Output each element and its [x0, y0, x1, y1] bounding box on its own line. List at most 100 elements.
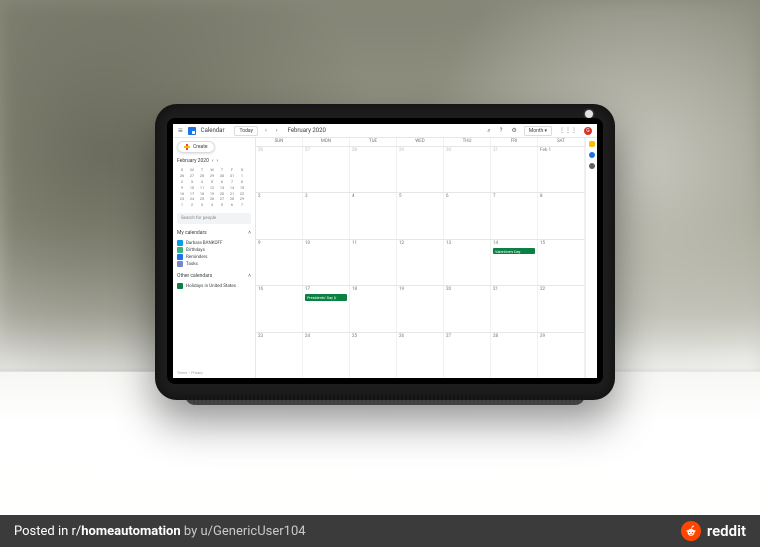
day-cell[interactable]: 15 [538, 240, 585, 285]
day-cell[interactable]: 29 [397, 147, 444, 192]
menu-icon[interactable]: ≡ [178, 127, 183, 135]
device-speaker-grill [185, 395, 585, 405]
day-number: 27 [446, 334, 488, 339]
day-number: 26 [258, 148, 300, 153]
day-cell[interactable]: 5 [397, 193, 444, 238]
next-month-button[interactable]: › [274, 127, 280, 134]
dow-label: MON [303, 138, 350, 146]
create-label: Create [193, 144, 208, 150]
prev-month-button[interactable]: ‹ [263, 127, 269, 134]
calendar-list-item[interactable]: Birthdays [177, 247, 251, 253]
day-number: 29 [399, 148, 441, 153]
day-cell[interactable]: 23 [256, 333, 303, 378]
day-number: 5 [399, 194, 441, 199]
day-cell[interactable]: 8 [538, 193, 585, 238]
day-cell[interactable]: 24 [303, 333, 350, 378]
my-calendars-section[interactable]: My calendars˄ [177, 230, 251, 236]
day-cell[interactable]: 11 [350, 240, 397, 285]
day-number: 12 [399, 241, 441, 246]
view-switch-button[interactable]: Month ▾ [524, 126, 552, 136]
day-cell[interactable]: 21 [491, 286, 538, 331]
tasks-icon[interactable] [589, 152, 595, 158]
weeks-container: 262728293031Feb 1234567891011121314Valen… [256, 146, 585, 378]
day-cell[interactable]: 13 [444, 240, 491, 285]
day-cell[interactable]: 19 [397, 286, 444, 331]
day-cell[interactable]: 22 [538, 286, 585, 331]
day-cell[interactable]: 18 [350, 286, 397, 331]
calendar-list-item[interactable]: Barbara BANKOFF [177, 240, 251, 246]
image-watermark [682, 469, 754, 507]
day-cell[interactable]: 26 [256, 147, 303, 192]
day-cell[interactable]: 25 [350, 333, 397, 378]
day-cell[interactable]: 7 [491, 193, 538, 238]
chevron-up-icon: ˄ [248, 273, 251, 279]
day-cell[interactable]: 28 [491, 333, 538, 378]
calendar-label: Birthdays [186, 248, 205, 253]
calendar-checkbox[interactable] [177, 254, 183, 260]
day-cell[interactable]: 10 [303, 240, 350, 285]
mini-prev-icon[interactable]: ‹ [212, 158, 214, 164]
day-number: 3 [305, 194, 347, 199]
day-cell[interactable]: 27 [303, 147, 350, 192]
week-row: 23242526272829 [256, 332, 585, 378]
day-cell[interactable]: 16 [256, 286, 303, 331]
smart-display-device: ≡ Calendar Today ‹ › February 2020 ⌕ ? ⚙… [155, 104, 615, 400]
reddit-logo[interactable]: reddit [681, 521, 746, 541]
day-cell[interactable]: 27 [444, 333, 491, 378]
day-number: 9 [258, 241, 300, 246]
settings-gear-icon[interactable]: ⚙ [509, 127, 518, 134]
addons-icon[interactable] [589, 163, 595, 169]
week-row: 1617 Presidents' Day (r 1819202122 [256, 285, 585, 331]
search-icon[interactable]: ⌕ [485, 127, 492, 135]
day-cell[interactable]: 2 [256, 193, 303, 238]
keep-icon[interactable] [589, 141, 595, 147]
dow-label: FRI [491, 138, 538, 146]
day-cell[interactable]: 29 [538, 333, 585, 378]
account-avatar[interactable]: G [584, 127, 592, 135]
apps-grid-icon[interactable]: ⋮⋮⋮ [557, 127, 579, 134]
calendar-checkbox[interactable] [177, 283, 183, 289]
create-button[interactable]: Create [177, 141, 215, 153]
mini-next-icon[interactable]: › [216, 158, 218, 164]
day-cell[interactable]: 20 [444, 286, 491, 331]
calendar-checkbox[interactable] [177, 240, 183, 246]
calendar-list-item[interactable]: Holidays in United States [177, 283, 251, 289]
scene: ≡ Calendar Today ‹ › February 2020 ⌕ ? ⚙… [0, 0, 760, 547]
day-cell[interactable]: 30 [444, 147, 491, 192]
today-button[interactable]: Today [234, 126, 257, 136]
day-cell[interactable]: 9 [256, 240, 303, 285]
subreddit-link[interactable]: homeautomation [81, 524, 180, 539]
day-number: 27 [305, 148, 347, 153]
dow-label: THU [444, 138, 491, 146]
day-cell[interactable]: 28 [350, 147, 397, 192]
month-grid: SUNMONTUEWEDTHUFRISAT 262728293031Feb 12… [255, 138, 585, 378]
help-icon[interactable]: ? [498, 127, 505, 134]
other-calendars-section[interactable]: Other calendars˄ [177, 273, 251, 279]
mini-calendar[interactable]: SMTWTFS 26272829303112345678910111213141… [177, 167, 251, 207]
day-number: 18 [352, 287, 394, 292]
day-number: 13 [446, 241, 488, 246]
day-cell[interactable]: 12 [397, 240, 444, 285]
calendar-checkbox[interactable] [177, 261, 183, 267]
day-cell[interactable]: 17 Presidents' Day (r [303, 286, 350, 331]
day-cell[interactable]: 14Valentine's Day [491, 240, 538, 285]
day-cell[interactable]: 3 [303, 193, 350, 238]
day-cell[interactable]: Feb 1 [538, 147, 585, 192]
calendar-list-item[interactable]: Reminders [177, 254, 251, 260]
calendar-label: Holidays in United States [186, 284, 236, 289]
calendar-list-item[interactable]: Tasks [177, 261, 251, 267]
search-people-input[interactable]: Search for people [177, 213, 251, 224]
day-number: 24 [305, 334, 347, 339]
user-link[interactable]: GenericUser104 [213, 524, 306, 539]
current-month-label: February 2020 [288, 127, 326, 134]
day-cell[interactable]: 6 [444, 193, 491, 238]
day-cell[interactable]: 4 [350, 193, 397, 238]
calendar-checkbox[interactable] [177, 247, 183, 253]
calendar-event[interactable]: Valentine's Day [493, 248, 535, 255]
sidebar: Create February 2020 ‹ › SMTWTFS 2627282… [173, 138, 255, 378]
day-cell[interactable]: 31 [491, 147, 538, 192]
calendar-event[interactable]: Presidents' Day (r [305, 294, 347, 301]
day-number: 17 [305, 287, 347, 292]
terms-link[interactable]: Terms – Privacy [177, 371, 251, 375]
day-cell[interactable]: 26 [397, 333, 444, 378]
